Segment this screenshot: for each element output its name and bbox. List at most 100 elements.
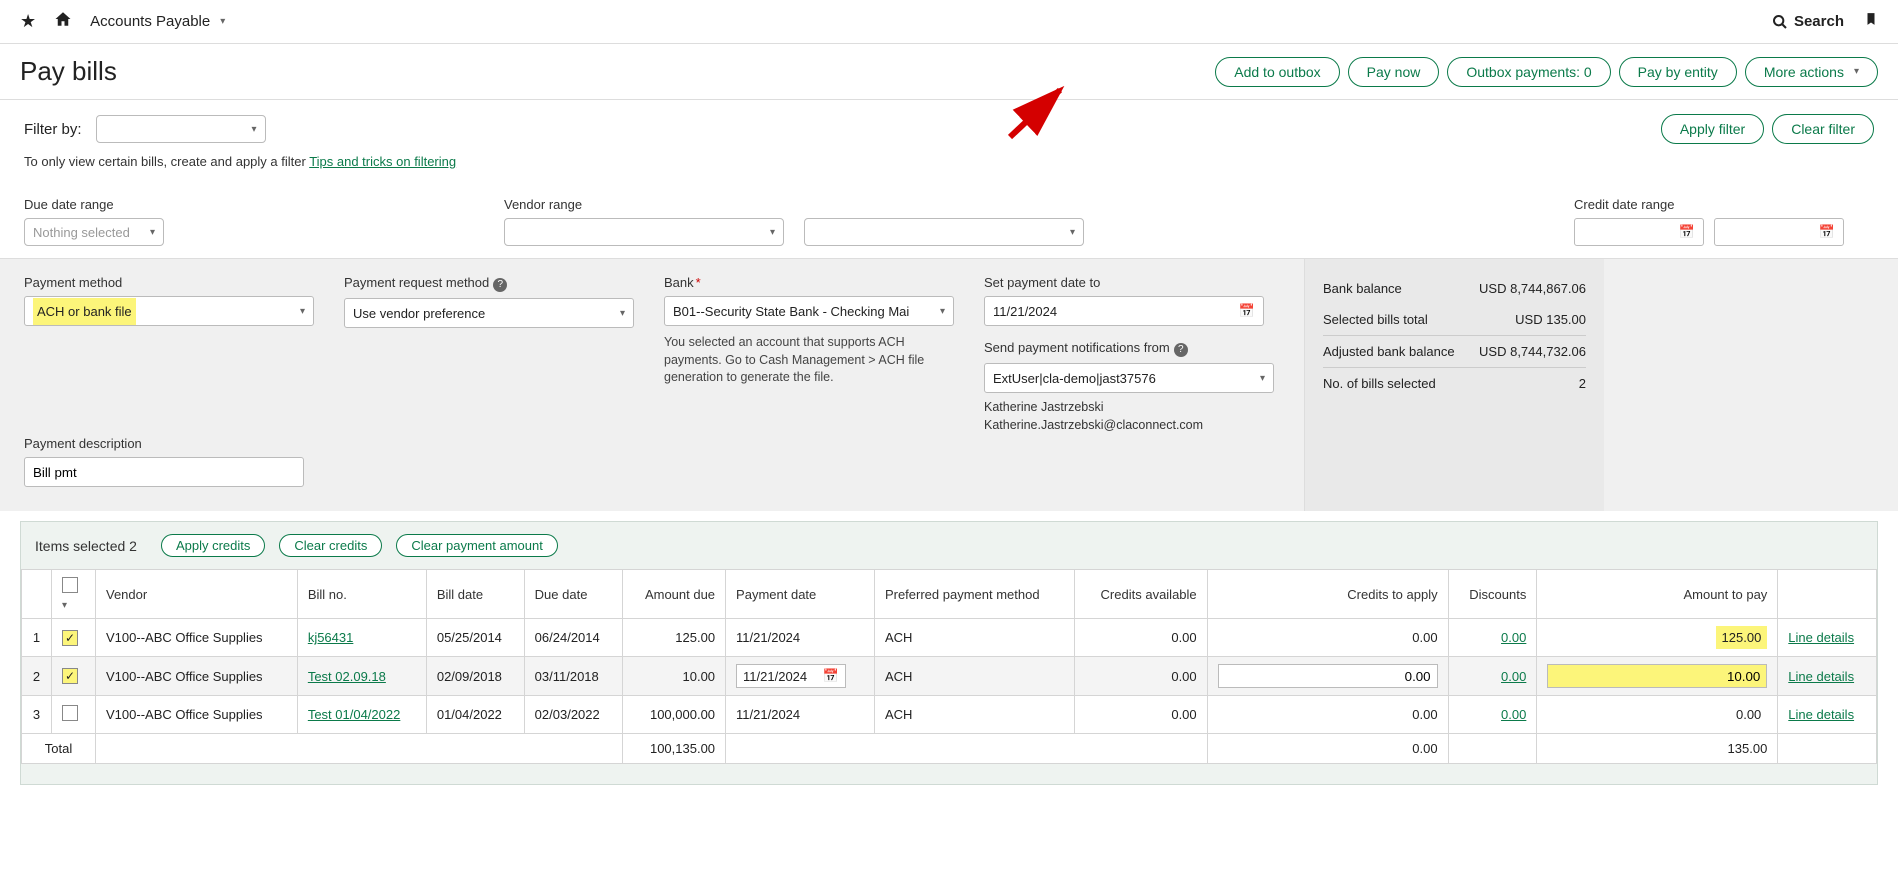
payment-date-cell[interactable]: 11/21/2024📅 [736, 664, 846, 688]
credit-date-from[interactable]: 📅 [1574, 218, 1704, 246]
calendar-icon: 📅 [1819, 224, 1835, 240]
due-date-range-label: Due date range [24, 197, 464, 212]
bill-no-link[interactable]: kj56431 [308, 630, 354, 645]
filter-select[interactable]: ▾ [96, 115, 266, 143]
bookmark-icon[interactable] [1864, 10, 1878, 33]
vendor-cell: V100--ABC Office Supplies [96, 696, 298, 734]
bank-label: Bank* [664, 275, 954, 290]
col-amount-pay[interactable]: Amount to pay [1537, 570, 1778, 619]
total-label: Total [22, 734, 96, 764]
select-all-checkbox[interactable] [62, 577, 78, 593]
sender-info: Katherine Jastrzebski Katherine.Jastrzeb… [984, 399, 1274, 434]
apply-credits-button[interactable]: Apply credits [161, 534, 265, 557]
vendor-range-label: Vendor range [504, 197, 1534, 212]
filter-label: Filter by: [24, 121, 82, 138]
col-due-date[interactable]: Due date [524, 570, 622, 619]
calendar-icon: 📅 [1679, 224, 1695, 240]
search-button[interactable]: Search [1772, 13, 1844, 30]
vendor-cell: V100--ABC Office Supplies [96, 619, 298, 657]
summary-panel: Bank balance USD 8,744,867.06 Selected bi… [1304, 259, 1604, 511]
vendor-range-from[interactable]: ▾ [504, 218, 784, 246]
total-amount-pay: 135.00 [1537, 734, 1778, 764]
selected-total-label: Selected bills total [1323, 312, 1428, 327]
pay-by-entity-button[interactable]: Pay by entity [1619, 57, 1737, 87]
col-bill-no[interactable]: Bill no. [297, 570, 426, 619]
bank-hint: You selected an account that supports AC… [664, 334, 954, 387]
apply-filter-button[interactable]: Apply filter [1661, 114, 1764, 144]
bill-no-link[interactable]: Test 02.09.18 [308, 669, 386, 684]
bill-no-link[interactable]: Test 01/04/2022 [308, 707, 401, 722]
row-checkbox[interactable] [62, 668, 78, 684]
bills-count-value: 2 [1579, 376, 1586, 391]
col-amount-due[interactable]: Amount due [622, 570, 726, 619]
discounts-link[interactable]: 0.00 [1501, 707, 1526, 722]
due-date-range-select[interactable]: Nothing selected▾ [24, 218, 164, 246]
row-checkbox[interactable] [62, 705, 78, 721]
col-credits-apply[interactable]: Credits to apply [1207, 570, 1448, 619]
line-details-link[interactable]: Line details [1788, 669, 1854, 684]
adjusted-balance-label: Adjusted bank balance [1323, 344, 1455, 359]
credits-apply-input[interactable] [1218, 664, 1438, 688]
outbox-payments-button[interactable]: Outbox payments: 0 [1447, 57, 1610, 87]
credit-date-range-label: Credit date range [1574, 197, 1874, 212]
payment-description-input[interactable] [24, 457, 304, 487]
total-credits-apply: 0.00 [1207, 734, 1448, 764]
search-label: Search [1794, 13, 1844, 30]
credit-date-to[interactable]: 📅 [1714, 218, 1844, 246]
clear-credits-button[interactable]: Clear credits [279, 534, 382, 557]
items-selected-label: Items selected 2 [35, 538, 137, 554]
chevron-down-icon[interactable]: ▾ [62, 600, 67, 611]
table-row: 2 V100--ABC Office Supplies Test 02.09.1… [22, 657, 1877, 696]
payment-date-input[interactable]: 11/21/2024 📅 [984, 296, 1264, 326]
col-pref-method[interactable]: Preferred payment method [874, 570, 1074, 619]
payment-date-label: Set payment date to [984, 275, 1274, 290]
selected-total-value: USD 135.00 [1515, 312, 1586, 327]
col-vendor[interactable]: Vendor [96, 570, 298, 619]
page-title: Pay bills [20, 56, 117, 87]
table-row: 3 V100--ABC Office Supplies Test 01/04/2… [22, 696, 1877, 734]
notif-from-select[interactable]: ExtUser|cla-demo|jast37576▾ [984, 363, 1274, 393]
payment-request-method-select[interactable]: Use vendor preference▾ [344, 298, 634, 328]
table-row: 1 V100--ABC Office Supplies kj56431 05/2… [22, 619, 1877, 657]
bank-select[interactable]: B01--Security State Bank - Checking Mai▾ [664, 296, 954, 326]
header-row: Pay bills Add to outbox Pay now Outbox p… [0, 44, 1898, 100]
amount-to-pay-input[interactable] [1547, 664, 1767, 688]
calendar-icon: 📅 [1239, 303, 1255, 319]
add-to-outbox-button[interactable]: Add to outbox [1215, 57, 1339, 87]
module-name[interactable]: Accounts Payable [90, 13, 210, 30]
bills-count-label: No. of bills selected [1323, 376, 1436, 391]
help-icon[interactable]: ? [493, 278, 507, 292]
col-discounts[interactable]: Discounts [1448, 570, 1537, 619]
chevron-down-icon[interactable]: ▾ [220, 16, 225, 27]
col-bill-date[interactable]: Bill date [426, 570, 524, 619]
bills-table: ▾ Vendor Bill no. Bill date Due date Amo… [21, 569, 1877, 764]
col-credits-avail[interactable]: Credits available [1074, 570, 1207, 619]
col-payment-date[interactable]: Payment date [726, 570, 875, 619]
star-icon[interactable]: ★ [20, 11, 36, 32]
payment-method-select[interactable]: ACH or bank file ▾ [24, 296, 314, 326]
total-amount-due: 100,135.00 [622, 734, 726, 764]
vendor-range-to[interactable]: ▾ [804, 218, 1084, 246]
bank-balance-value: USD 8,744,867.06 [1479, 281, 1586, 296]
filter-tips-link[interactable]: Tips and tricks on filtering [309, 154, 456, 169]
pay-now-button[interactable]: Pay now [1348, 57, 1440, 87]
discounts-link[interactable]: 0.00 [1501, 669, 1526, 684]
bills-grid-section: Items selected 2 Apply credits Clear cre… [20, 521, 1878, 785]
chevron-down-icon: ▾ [1854, 66, 1859, 77]
bank-balance-label: Bank balance [1323, 281, 1402, 296]
line-details-link[interactable]: Line details [1788, 707, 1854, 722]
adjusted-balance-value: USD 8,744,732.06 [1479, 344, 1586, 359]
clear-filter-button[interactable]: Clear filter [1772, 114, 1874, 144]
clear-payment-amount-button[interactable]: Clear payment amount [396, 534, 558, 557]
home-icon[interactable] [54, 10, 72, 33]
line-details-link[interactable]: Line details [1788, 630, 1854, 645]
payment-description-label: Payment description [24, 436, 314, 451]
payment-request-method-label: Payment request method? [344, 275, 634, 292]
more-actions-button[interactable]: More actions ▾ [1745, 57, 1878, 87]
discounts-link[interactable]: 0.00 [1501, 630, 1526, 645]
top-bar: ★ Accounts Payable ▾ Search [0, 0, 1898, 44]
range-row: Due date range Nothing selected▾ Vendor … [0, 173, 1898, 258]
help-icon[interactable]: ? [1174, 343, 1188, 357]
row-checkbox[interactable] [62, 630, 78, 646]
payment-method-label: Payment method [24, 275, 314, 290]
